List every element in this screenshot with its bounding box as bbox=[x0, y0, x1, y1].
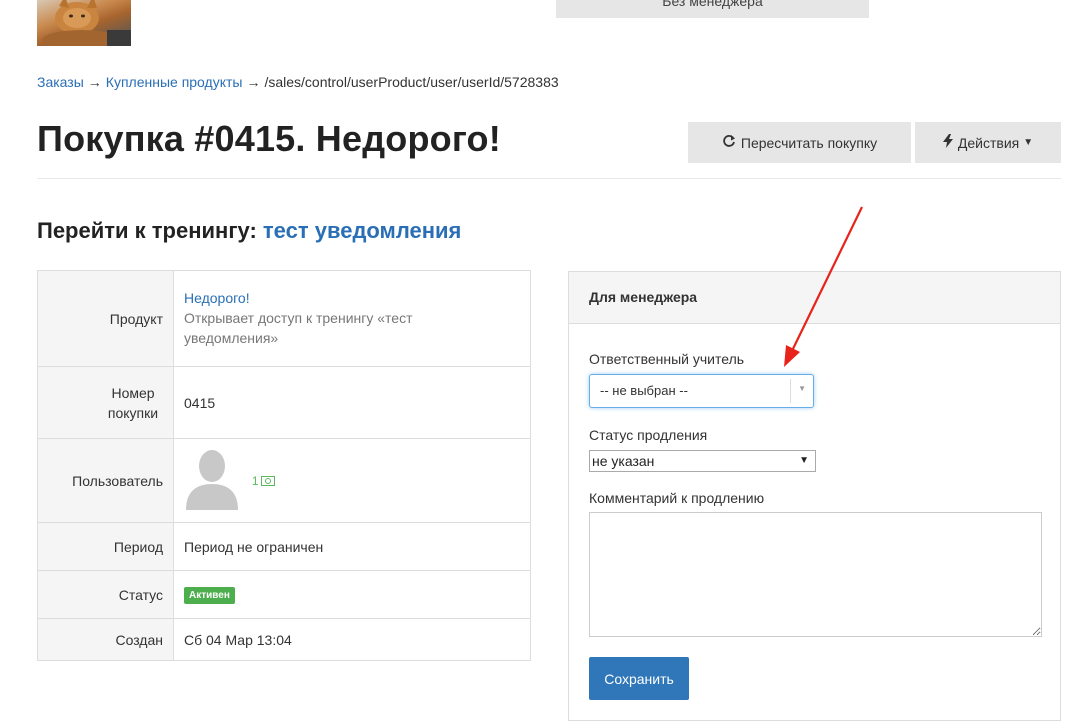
table-row: Период Период не ограничен bbox=[37, 522, 531, 571]
chevron-down-icon: ▼ bbox=[798, 384, 806, 393]
refresh-icon bbox=[722, 134, 736, 152]
status-cell: Активен bbox=[173, 570, 531, 619]
product-label: Продукт bbox=[37, 270, 174, 367]
renewal-status-value: не указан bbox=[592, 453, 655, 469]
save-button[interactable]: Сохранить bbox=[589, 657, 689, 700]
responsible-teacher-value: -- не выбран -- bbox=[600, 383, 688, 398]
training-link[interactable]: тест уведомления bbox=[263, 218, 462, 243]
user-cell: 1 bbox=[173, 438, 531, 523]
avatar bbox=[37, 0, 131, 46]
renewal-comment-label: Комментарий к продлению bbox=[589, 490, 765, 506]
training-prefix: Перейти к тренингу: bbox=[37, 218, 257, 243]
bolt-icon bbox=[942, 133, 953, 152]
renewal-status-label: Статус продления bbox=[589, 427, 708, 443]
period-value: Период не ограничен bbox=[173, 522, 531, 571]
select-divider bbox=[790, 379, 791, 403]
breadcrumb: Заказы → Купленные продукты →/sales/control… bbox=[37, 74, 559, 90]
product-link[interactable]: Недорого! bbox=[184, 290, 250, 306]
table-row: Номер покупки 0415 bbox=[37, 366, 531, 439]
created-value: Сб 04 Мар 13:04 bbox=[173, 618, 531, 661]
recalculate-purchase-label: Пересчитать покупку bbox=[740, 134, 878, 151]
user-avatar-icon[interactable] bbox=[184, 448, 240, 513]
purchase-number-value: 0415 bbox=[173, 366, 531, 439]
created-label: Создан bbox=[37, 618, 174, 661]
period-label: Период bbox=[37, 522, 174, 571]
caret-down-icon: ▼ bbox=[1023, 137, 1034, 148]
no-manager-button[interactable]: Без менеджера bbox=[556, 0, 869, 18]
chevron-down-icon: ▼ bbox=[799, 455, 809, 466]
product-cell: Недорого! Открывает доступ к тренингу «т… bbox=[173, 270, 531, 367]
no-manager-label: Без менеджера bbox=[662, 0, 763, 9]
table-row: Статус Активен bbox=[37, 570, 531, 619]
table-row: Продукт Недорого! Открывает доступ к тре… bbox=[37, 270, 531, 367]
renewal-status-select[interactable]: не указан ▼ bbox=[589, 450, 816, 472]
table-row: Создан Сб 04 Мар 13:04 bbox=[37, 618, 531, 661]
actions-dropdown-button[interactable]: Действия ▼ bbox=[915, 122, 1061, 163]
renewal-comment-textarea[interactable] bbox=[589, 512, 1042, 637]
product-description: Открывает доступ к тренингу «тест уведом… bbox=[184, 309, 413, 346]
purchase-number-label: Номер покупки bbox=[37, 366, 174, 439]
status-badge: Активен bbox=[184, 587, 235, 604]
table-row: Пользователь 1 bbox=[37, 438, 531, 523]
annotation-arrow-icon bbox=[784, 206, 863, 367]
breadcrumb-separator: → bbox=[246, 74, 261, 90]
breadcrumb-separator: → bbox=[87, 74, 102, 90]
training-heading: Перейти к тренингу: тест уведомления bbox=[37, 218, 461, 244]
header-divider bbox=[37, 178, 1061, 179]
money-icon bbox=[260, 475, 275, 486]
breadcrumb-current-path: /sales/control/userProduct/user/userId/5… bbox=[264, 74, 559, 90]
page-title: Покупка #0415. Недорого! bbox=[37, 118, 501, 159]
breadcrumb-orders-link[interactable]: Заказы bbox=[37, 74, 84, 90]
breadcrumb-purchased-products-link[interactable]: Купленные продукты bbox=[106, 74, 243, 90]
responsible-teacher-label: Ответственный учитель bbox=[589, 351, 745, 367]
actions-label: Действия bbox=[957, 134, 1020, 151]
responsible-teacher-select[interactable]: -- не выбран -- ▼ bbox=[589, 374, 814, 408]
purchase-info-table: Продукт Недорого! Открывает доступ к тре… bbox=[37, 270, 531, 661]
status-label: Статус bbox=[37, 570, 174, 619]
user-label: Пользователь bbox=[37, 438, 174, 523]
user-purchase-count: 1 bbox=[251, 473, 259, 488]
recalculate-purchase-button[interactable]: Пересчитать покупку bbox=[688, 122, 911, 163]
